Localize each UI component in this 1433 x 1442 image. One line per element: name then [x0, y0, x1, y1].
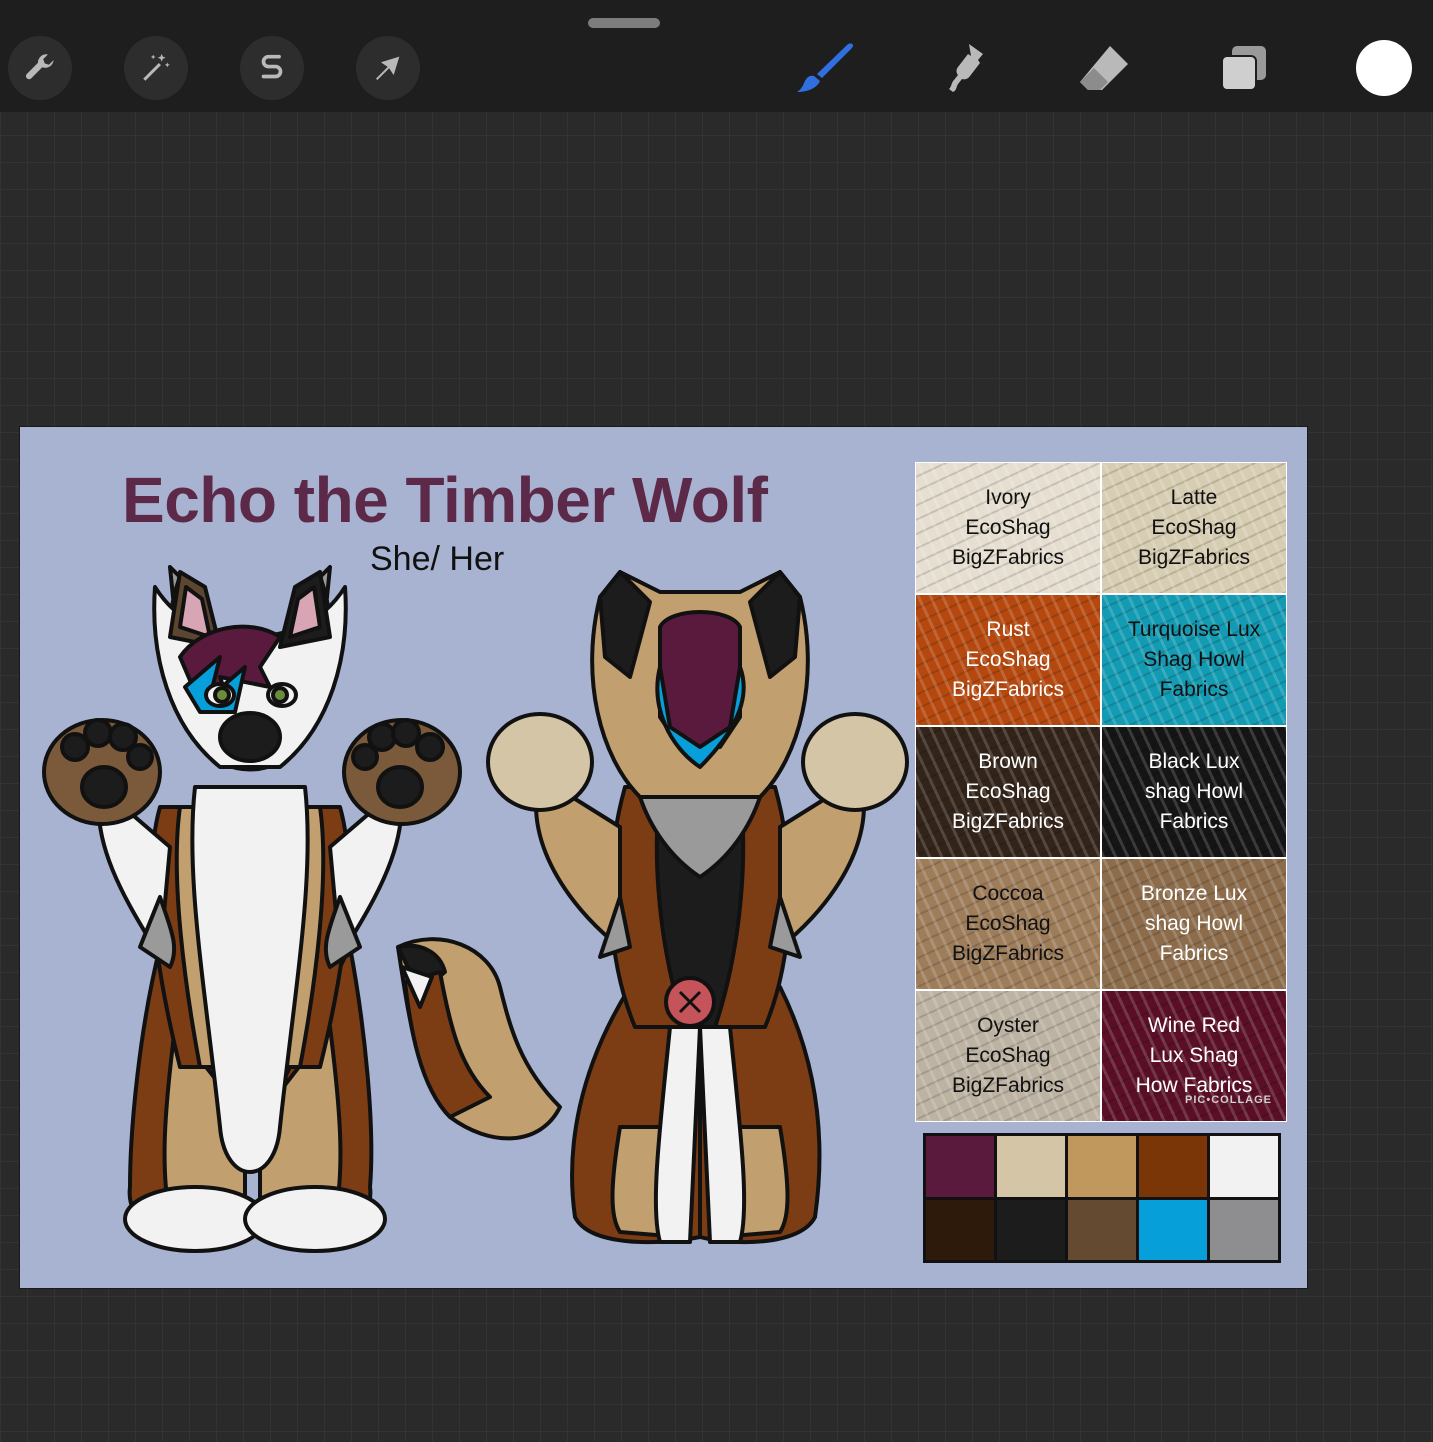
palette-chip [1068, 1136, 1136, 1197]
palette-chip [926, 1136, 994, 1197]
palette-chip [1139, 1136, 1207, 1197]
palette-chip [1210, 1199, 1278, 1260]
fabric-swatch-grid: Ivory EcoShag BigZFabrics Latte EcoShag … [915, 462, 1287, 1122]
fabric-swatch: Wine Red Lux Shag How Fabrics PIC•COLLAGE [1102, 991, 1286, 1121]
top-toolbar [0, 0, 1433, 112]
palette-chip [1139, 1199, 1207, 1260]
fabric-swatch: Ivory EcoShag BigZFabrics [916, 463, 1100, 593]
palette-chip [1210, 1136, 1278, 1197]
palette-chip [926, 1199, 994, 1260]
drag-handle[interactable] [588, 18, 660, 28]
fabric-swatch: Coccoa EcoShag BigZFabrics [916, 859, 1100, 989]
layers-icon[interactable] [1212, 38, 1276, 98]
character-artwork [42, 565, 909, 1253]
fabric-swatch: Brown EcoShag BigZFabrics [916, 727, 1100, 857]
selection-s-icon[interactable] [240, 36, 304, 100]
fabric-swatch: Latte EcoShag BigZFabrics [1102, 463, 1286, 593]
fabric-swatch: Bronze Lux shag Howl Fabrics [1102, 859, 1286, 989]
drawing-canvas[interactable]: Echo the Timber Wolf She/ Her Ivory EcoS… [20, 427, 1307, 1288]
fabric-swatch: Black Lux shag Howl Fabrics [1102, 727, 1286, 857]
transform-arrow-icon[interactable] [356, 36, 420, 100]
palette-chip [1068, 1199, 1136, 1260]
adjustments-wand-icon[interactable] [124, 36, 188, 100]
eraser-icon[interactable] [1072, 38, 1136, 98]
smudge-icon[interactable] [932, 38, 996, 98]
fabric-swatch: Oyster EcoShag BigZFabrics [916, 991, 1100, 1121]
brush-icon[interactable] [792, 38, 856, 98]
fabric-swatch: Turquoise Lux Shag Howl Fabrics [1102, 595, 1286, 725]
color-picker-button[interactable] [1356, 40, 1412, 96]
color-palette [923, 1133, 1281, 1263]
palette-chip [997, 1199, 1065, 1260]
fabric-swatch: Rust EcoShag BigZFabrics [916, 595, 1100, 725]
actions-wrench-icon[interactable] [8, 36, 72, 100]
watermark: PIC•COLLAGE [1185, 1094, 1272, 1106]
palette-chip [997, 1136, 1065, 1197]
